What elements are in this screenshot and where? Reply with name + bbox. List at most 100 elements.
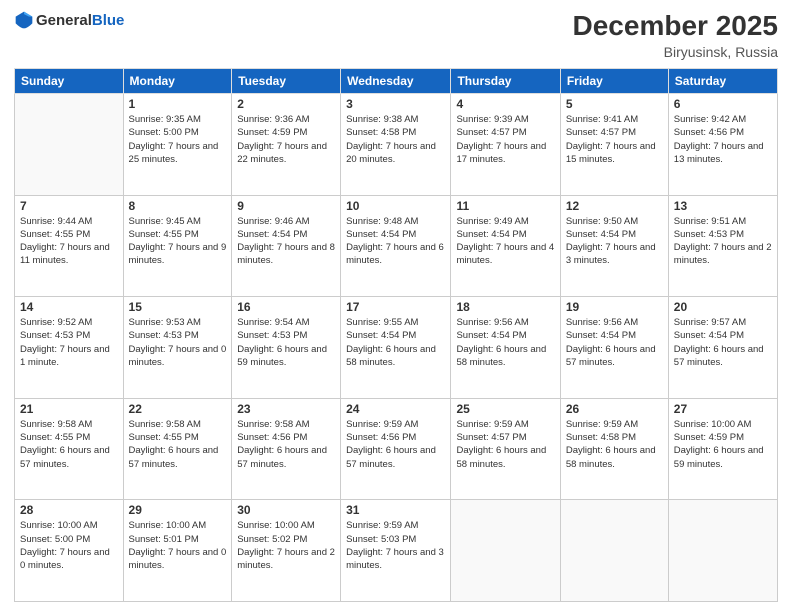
day-info: Sunrise: 9:42 AMSunset: 4:56 PMDaylight:… [674,113,772,166]
day-info: Sunrise: 9:49 AMSunset: 4:54 PMDaylight:… [456,215,554,268]
day-number: 5 [566,97,663,111]
sunset-text: Sunset: 4:54 PM [566,229,636,240]
sunrise-text: Sunrise: 9:38 AM [346,114,418,125]
table-row: 24 Sunrise: 9:59 AMSunset: 4:56 PMDayligh… [341,398,451,500]
day-number: 22 [129,402,227,416]
calendar-row: 7 Sunrise: 9:44 AM Sunset: 4:55 PM Daylight… [15,195,778,297]
sunset-text: Sunset: 4:57 PM [456,432,526,443]
day-number: 17 [346,300,445,314]
sunrise-text: Sunrise: 10:00 AM [674,419,752,430]
sunrise-text: Sunrise: 9:51 AM [674,216,746,227]
table-row: 23Sunrise: 9:58 AMSunset: 4:56 PMDayligh… [232,398,341,500]
sunrise-text: Sunrise: 9:56 AM [456,317,528,328]
daylight-text: Daylight: 7 hours and 1 minute. [20,344,110,368]
sunset-text: Sunset: 5:00 PM [20,534,90,545]
day-number: 25 [456,402,554,416]
day-info: Sunrise: 9:59 AMSunset: 5:03 PMDaylight:… [346,519,445,572]
table-row: 8 Sunrise: 9:45 AMSunset: 4:55 PMDaylight… [123,195,232,297]
sunset-text: Sunset: 4:53 PM [20,330,90,341]
sunrise-text: Sunrise: 9:55 AM [346,317,418,328]
table-row: 11Sunrise: 9:49 AMSunset: 4:54 PMDayligh… [451,195,560,297]
col-saturday: Saturday [668,69,777,94]
daylight-text: Daylight: 7 hours and 0 minutes. [20,547,110,571]
day-number: 3 [346,97,445,111]
day-info: Sunrise: 9:39 AMSunset: 4:57 PMDaylight:… [456,113,554,166]
sunrise-text: Sunrise: 9:48 AM [346,216,418,227]
table-row [15,94,124,196]
sunrise-text: Sunrise: 9:59 AM [456,419,528,430]
day-number: 15 [129,300,227,314]
sunrise-text: Sunrise: 9:36 AM [237,114,309,125]
day-info: Sunrise: 10:00 AMSunset: 5:01 PMDaylight… [129,519,227,572]
calendar-row: 1Sunrise: 9:35 AMSunset: 5:00 PMDaylight… [15,94,778,196]
calendar-row: 14 Sunrise: 9:52 AMSunset: 4:53 PMDayligh… [15,297,778,399]
table-row: 9 Sunrise: 9:46 AMSunset: 4:54 PMDaylight… [232,195,341,297]
col-friday: Friday [560,69,668,94]
daylight-text: Daylight: 6 hours and 58 minutes. [566,445,656,469]
day-number: 28 [20,503,118,517]
sunrise-text: Sunrise: 9:45 AM [129,216,201,227]
day-number: 29 [129,503,227,517]
sunrise-text: Sunrise: 9:58 AM [129,419,201,430]
table-row: 31Sunrise: 9:59 AMSunset: 5:03 PMDayligh… [341,500,451,602]
day-number: 14 [20,300,118,314]
sunrise-text: Sunrise: 10:00 AM [129,520,207,531]
sunrise-text: Sunrise: 9:50 AM [566,216,638,227]
table-row: 25Sunrise: 9:59 AMSunset: 4:57 PMDayligh… [451,398,560,500]
col-sunday: Sunday [15,69,124,94]
day-info: Sunrise: 9:46 AMSunset: 4:54 PMDaylight:… [237,215,335,268]
sunrise-text: Sunrise: 9:44 AM [20,216,92,227]
table-row: 29Sunrise: 10:00 AMSunset: 5:01 PMDaylig… [123,500,232,602]
sunrise-text: Sunrise: 9:39 AM [456,114,528,125]
daylight-text: Daylight: 6 hours and 57 minutes. [674,344,764,368]
day-info: Sunrise: 9:45 AMSunset: 4:55 PMDaylight:… [129,215,227,268]
daylight-text: Daylight: 6 hours and 57 minutes. [346,445,436,469]
day-info: Sunrise: 9:52 AMSunset: 4:53 PMDaylight:… [20,316,118,369]
day-number: 18 [456,300,554,314]
sunrise-text: Sunrise: 10:00 AM [20,520,98,531]
sunset-text: Sunset: 4:53 PM [237,330,307,341]
day-number: 8 [129,199,227,213]
header: GeneralBlue December 2025 Biryusinsk, Ru… [14,10,778,60]
sunset-text: Sunset: 4:55 PM [20,229,90,240]
day-number: 7 [20,199,118,213]
day-number: 24 [346,402,445,416]
table-row [668,500,777,602]
sunrise-text: Sunrise: 9:58 AM [20,419,92,430]
day-info: Sunrise: 9:38 AMSunset: 4:58 PMDaylight:… [346,113,445,166]
sunset-text: Sunset: 5:03 PM [346,534,416,545]
day-info: Sunrise: 9:59 AMSunset: 4:57 PMDaylight:… [456,418,554,471]
calendar-table: Sunday Monday Tuesday Wednesday Thursday… [14,68,778,602]
day-info: Sunrise: 9:55 AMSunset: 4:54 PMDaylight:… [346,316,445,369]
daylight-text: Daylight: 7 hours and 22 minutes. [237,141,327,165]
day-info: Sunrise: 9:59 AMSunset: 4:56 PMDaylight:… [346,418,445,471]
day-info: Sunrise: 9:54 AMSunset: 4:53 PMDaylight:… [237,316,335,369]
sunset-text: Sunset: 4:56 PM [346,432,416,443]
day-number: 4 [456,97,554,111]
day-info: Sunrise: 9:58 AMSunset: 4:56 PMDaylight:… [237,418,335,471]
sunrise-text: Sunrise: 9:42 AM [674,114,746,125]
sunset-text: Sunset: 5:02 PM [237,534,307,545]
sunset-text: Sunset: 4:53 PM [129,330,199,341]
daylight-text: Daylight: 7 hours and 9 minutes. [129,242,227,266]
sunrise-text: Sunrise: 9:46 AM [237,216,309,227]
daylight-text: Daylight: 7 hours and 2 minutes. [674,242,772,266]
daylight-text: Daylight: 7 hours and 3 minutes. [346,547,444,571]
day-number: 27 [674,402,772,416]
sunset-text: Sunset: 5:01 PM [129,534,199,545]
day-info: Sunrise: 9:35 AMSunset: 5:00 PMDaylight:… [129,113,227,166]
day-info: Sunrise: 9:59 AMSunset: 4:58 PMDaylight:… [566,418,663,471]
col-tuesday: Tuesday [232,69,341,94]
day-number: 30 [237,503,335,517]
sunrise-text: Sunrise: 9:58 AM [237,419,309,430]
sunrise-text: Sunrise: 9:49 AM [456,216,528,227]
page: GeneralBlue December 2025 Biryusinsk, Ru… [0,0,792,612]
day-number: 9 [237,199,335,213]
day-info: Sunrise: 9:57 AMSunset: 4:54 PMDaylight:… [674,316,772,369]
daylight-text: Daylight: 6 hours and 59 minutes. [237,344,327,368]
table-row: 15Sunrise: 9:53 AMSunset: 4:53 PMDayligh… [123,297,232,399]
table-row: 7Sunrise: 9:44 AMSunset: 4:55 PMDaylight… [15,195,124,297]
day-info: Sunrise: 9:44 AMSunset: 4:55 PMDaylight:… [20,215,118,268]
day-number: 26 [566,402,663,416]
table-row: 19Sunrise: 9:56 AMSunset: 4:54 PMDayligh… [560,297,668,399]
